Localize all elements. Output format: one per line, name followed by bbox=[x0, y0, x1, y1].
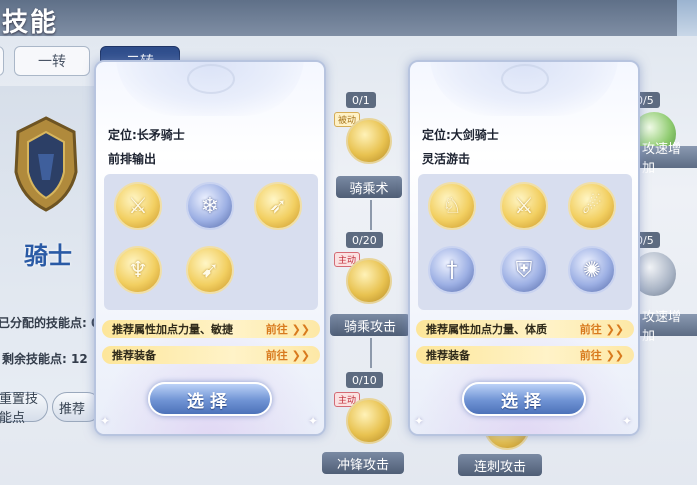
recommended-equipment-row[interactable]: 推荐装备 前往 ❯❯ bbox=[102, 346, 320, 364]
whirlwind-icon[interactable]: ✺ bbox=[568, 246, 616, 294]
charge-lance-icon[interactable]: ➹ bbox=[186, 246, 234, 294]
card-emblem-icon bbox=[501, 64, 549, 94]
skill-label: 攻速增加 bbox=[636, 142, 697, 176]
tab-first-advancement[interactable]: 一转 bbox=[14, 46, 90, 76]
riding-attack-icon[interactable] bbox=[346, 258, 392, 304]
piercing-thrust-icon[interactable]: ➶ bbox=[254, 182, 302, 230]
rec-equip-text: 推荐装备 bbox=[426, 349, 470, 362]
class-name: 骑士 bbox=[24, 242, 72, 270]
allocated-points: 已分配的技能点: 0 bbox=[0, 316, 100, 330]
skill-preview-grid: ⚔ ❄ ➶ ♆ ➹ bbox=[104, 174, 318, 310]
rec-equip-text: 推荐装备 bbox=[112, 349, 156, 362]
card-emblem-icon bbox=[187, 64, 235, 94]
mount-charge-icon[interactable]: ♘ bbox=[428, 182, 476, 230]
great-sword-icon[interactable]: † bbox=[428, 246, 476, 294]
goto-link[interactable]: 前往 ❯❯ bbox=[580, 347, 624, 363]
tree-connector bbox=[370, 338, 372, 368]
recommended-attributes-row[interactable]: 推荐属性加点力量、敏捷 前往 ❯❯ bbox=[102, 320, 320, 338]
goto-link[interactable]: 前往 ❯❯ bbox=[266, 347, 310, 363]
page-title: 技能 bbox=[2, 8, 59, 38]
knight-emblem-icon bbox=[14, 116, 78, 212]
spear-strike-icon[interactable]: ⚔ bbox=[114, 182, 162, 230]
goto-link[interactable]: 前往 ❯❯ bbox=[580, 321, 624, 337]
sparkle-icon: ✦ bbox=[414, 414, 425, 428]
card-role: 定位:大剑骑士 bbox=[422, 128, 499, 142]
charge-attack-icon[interactable] bbox=[346, 398, 392, 444]
recommended-attributes-row[interactable]: 推荐属性加点力量、体质 前往 ❯❯ bbox=[416, 320, 634, 338]
card-style: 前排输出 bbox=[108, 152, 157, 166]
select-button[interactable]: 选择 bbox=[148, 382, 272, 416]
skill-label: 骑乘攻击 bbox=[330, 314, 410, 336]
sparkle-icon: ✦ bbox=[308, 414, 319, 428]
title-bar: 技能 bbox=[0, 0, 697, 38]
boot-dash-icon[interactable]: ☄ bbox=[568, 182, 616, 230]
card-style: 灵活游击 bbox=[422, 152, 471, 166]
skill-level-counter: 0/1 bbox=[346, 92, 376, 108]
triple-lance-icon[interactable]: ♆ bbox=[114, 246, 162, 294]
reset-points-button[interactable]: 重置技能点 bbox=[0, 392, 48, 426]
skill-label: 骑乘术 bbox=[336, 176, 402, 198]
select-button[interactable]: 选择 bbox=[462, 382, 586, 416]
ice-lance-icon[interactable]: ❄ bbox=[186, 182, 234, 230]
remaining-points: 剩余技能点: 12 bbox=[2, 352, 88, 366]
tree-connector bbox=[370, 200, 372, 230]
skill-level-counter: 0/20 bbox=[346, 232, 383, 248]
greatsword-knight-card: 定位:大剑骑士 灵活游击 ♘ ⚔ ☄ † ⛨ ✺ 推荐属性加点力量、体质 前往 … bbox=[408, 60, 640, 436]
skill-label: 冲锋攻击 bbox=[322, 452, 404, 474]
tab-previous[interactable] bbox=[0, 46, 4, 76]
goto-link[interactable]: 前往 ❯❯ bbox=[266, 321, 310, 337]
riding-skill-icon[interactable] bbox=[346, 118, 392, 164]
skill-preview-grid: ♘ ⚔ ☄ † ⛨ ✺ bbox=[418, 174, 632, 310]
shield-bash-icon[interactable]: ⛨ bbox=[500, 246, 548, 294]
skill-label: 攻速增加 bbox=[636, 310, 697, 344]
sparkle-icon: ✦ bbox=[100, 414, 111, 428]
title-decoration bbox=[677, 0, 697, 36]
sword-slash-icon[interactable]: ⚔ bbox=[500, 182, 548, 230]
rec-attr-text: 推荐属性加点力量、敏捷 bbox=[112, 323, 233, 336]
skill-label: 连刺攻击 bbox=[458, 454, 542, 476]
rec-attr-text: 推荐属性加点力量、体质 bbox=[426, 323, 547, 336]
recommended-equipment-row[interactable]: 推荐装备 前往 ❯❯ bbox=[416, 346, 634, 364]
lance-knight-card: 定位:长矛骑士 前排输出 ⚔ ❄ ➶ ♆ ➹ 推荐属性加点力量、敏捷 前往 ❯❯… bbox=[94, 60, 326, 436]
sparkle-icon: ✦ bbox=[622, 414, 633, 428]
card-role: 定位:长矛骑士 bbox=[108, 128, 185, 142]
skill-level-counter: 0/10 bbox=[346, 372, 383, 388]
